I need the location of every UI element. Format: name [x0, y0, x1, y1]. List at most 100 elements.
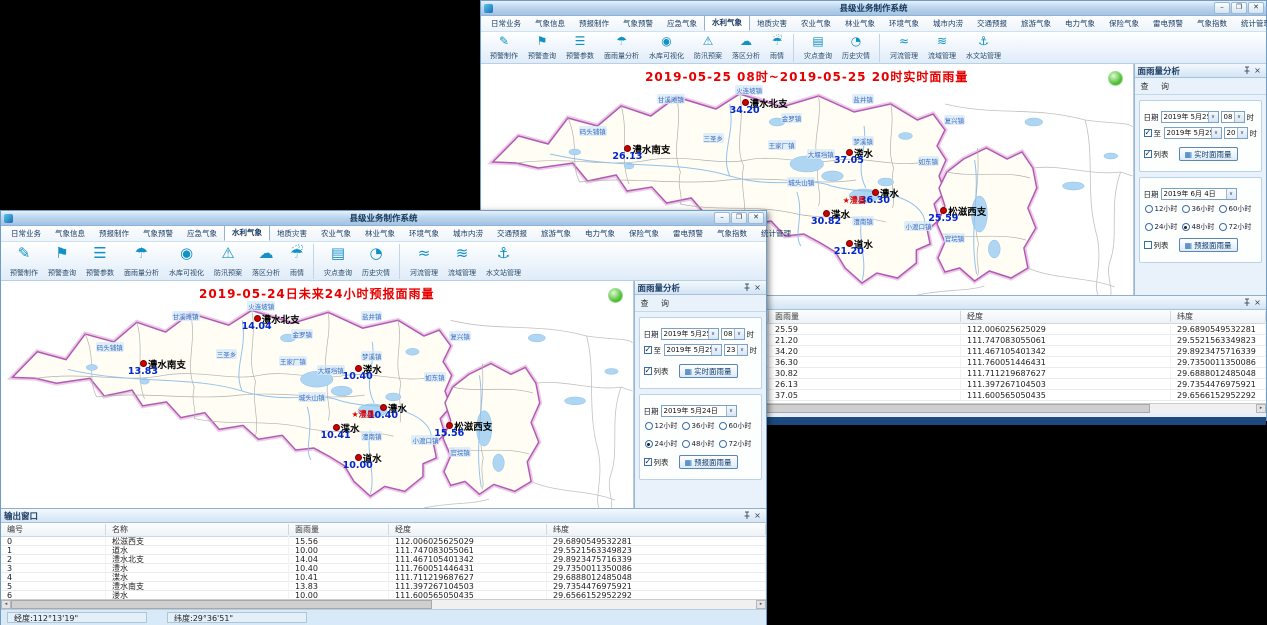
menu-tab[interactable]: 日常业务	[484, 16, 528, 31]
toolbar-button[interactable]: ◉ 水库可视化	[164, 244, 209, 279]
toolbar-button[interactable]: ≈ 河流管理	[399, 244, 443, 279]
duration-radio[interactable]: 60小时	[719, 421, 755, 431]
forecast-rainfall-button[interactable]: ▦ 预报面雨量	[679, 455, 738, 469]
close-icon[interactable]: ×	[1252, 66, 1263, 76]
map-globe-button[interactable]	[608, 288, 623, 303]
menu-tab[interactable]: 农业气象	[314, 226, 358, 241]
from-hour-combo[interactable]: 08 ∨	[1221, 111, 1245, 123]
toolbar-button[interactable]: ☁ 落区分析	[247, 244, 285, 279]
scroll-right-icon[interactable]: ▸	[756, 600, 766, 609]
duration-radio[interactable]: 72小时	[719, 439, 755, 449]
menu-tab[interactable]: 农业气象	[794, 16, 838, 31]
toolbar-button[interactable]: ◔ 历史灾情	[837, 34, 875, 62]
scrollbar-thumb[interactable]	[11, 600, 432, 609]
toolbar-button[interactable]: ☂ 面雨量分析	[119, 244, 164, 279]
menu-tab[interactable]: 统计管理	[754, 226, 798, 241]
close-button[interactable]: ✕	[1248, 2, 1264, 14]
menu-tab[interactable]: 城市内涝	[926, 16, 970, 31]
duration-radio[interactable]: 48小时	[682, 439, 719, 449]
toolbar-button[interactable]: ☔ 雨情	[765, 34, 789, 62]
menu-tab[interactable]: 预报制作	[572, 16, 616, 31]
close-button[interactable]: ✕	[748, 212, 764, 224]
from-date-combo[interactable]: 2019年 5月25日 ∨	[661, 328, 719, 340]
toolbar-button[interactable]: ✎ 预警制作	[485, 34, 523, 62]
pin-icon[interactable]	[741, 511, 752, 521]
toolbar-button[interactable]: ☰ 预警参数	[561, 34, 599, 62]
menu-tab[interactable]: 日常业务	[4, 226, 48, 241]
duration-radio[interactable]: 12小时	[645, 421, 682, 431]
toolbar-button[interactable]: ⚑ 预警查询	[523, 34, 561, 62]
table-row[interactable]: 6 溇水 10.00 111.600565050435 29.656615295…	[1, 591, 766, 599]
scroll-left-icon[interactable]: ◂	[1, 600, 11, 609]
menu-tab[interactable]: 电力气象	[1058, 16, 1102, 31]
menu-tab[interactable]: 旅游气象	[1014, 16, 1058, 31]
menu-tab[interactable]: 气象预警	[616, 16, 660, 31]
menu-tab[interactable]: 保险气象	[1102, 16, 1146, 31]
menu-tab[interactable]: 气象信息	[48, 226, 92, 241]
menu-tab[interactable]: 水利气象	[704, 14, 750, 31]
toolbar-button[interactable]: ☂ 面雨量分析	[599, 34, 644, 62]
pin-icon[interactable]	[741, 283, 752, 293]
menu-tab[interactable]: 雷电预警	[1146, 16, 1190, 31]
to-hour-combo[interactable]: 23 ∨	[724, 344, 748, 356]
duration-radio[interactable]: 24小时	[645, 439, 682, 449]
maximize-button[interactable]: ❐	[731, 212, 747, 224]
h-scrollbar[interactable]: ◂ ▸	[1, 599, 766, 609]
toolbar-button[interactable]: ≈ 河流管理	[879, 34, 923, 62]
toolbar-button[interactable]: ⚠ 防汛预案	[689, 34, 727, 62]
list-checkbox[interactable]	[644, 367, 652, 375]
menu-tab[interactable]: 环境气象	[402, 226, 446, 241]
forecast-date-combo[interactable]: 2019年 5月24日 ∨	[661, 405, 737, 417]
to-checkbox[interactable]	[644, 346, 652, 354]
menu-tab[interactable]: 林业气象	[358, 226, 402, 241]
to-date-combo[interactable]: 2019年 5月25日 ∨	[664, 344, 722, 356]
menu-tab[interactable]: 水利气象	[224, 224, 270, 241]
close-icon[interactable]: ×	[752, 283, 763, 293]
menu-tab[interactable]: 预报制作	[92, 226, 136, 241]
pin-icon[interactable]	[1241, 66, 1252, 76]
toolbar-button[interactable]: ⚓ 水文站管理	[961, 34, 1006, 62]
toolbar-button[interactable]: ≋ 流域管理	[443, 244, 481, 279]
menu-tab[interactable]: 林业气象	[838, 16, 882, 31]
duration-radio[interactable]: 12小时	[1145, 204, 1182, 214]
menu-tab[interactable]: 应急气象	[180, 226, 224, 241]
toolbar-button[interactable]: ☁ 落区分析	[727, 34, 765, 62]
from-hour-combo[interactable]: 08 ∨	[721, 328, 745, 340]
menu-tab[interactable]: 环境气象	[882, 16, 926, 31]
menu-tab[interactable]: 气象信息	[528, 16, 572, 31]
list-checkbox[interactable]	[1144, 241, 1152, 249]
to-checkbox[interactable]	[1144, 129, 1152, 137]
toolbar-button[interactable]: ≋ 流域管理	[923, 34, 961, 62]
menu-tab[interactable]: 统计管理	[1234, 16, 1267, 31]
menu-tab[interactable]: 气象指数	[710, 226, 754, 241]
close-icon[interactable]: ×	[752, 511, 763, 521]
duration-radio[interactable]: 72小时	[1219, 222, 1255, 232]
duration-radio[interactable]: 36小时	[1182, 204, 1219, 214]
duration-radio[interactable]: 24小时	[1145, 222, 1182, 232]
menu-tab[interactable]: 交通预报	[970, 16, 1014, 31]
menu-tab[interactable]: 交通预报	[490, 226, 534, 241]
menu-tab[interactable]: 地质灾害	[270, 226, 314, 241]
minimize-button[interactable]: –	[714, 212, 730, 224]
list-checkbox[interactable]	[644, 458, 652, 466]
menu-tab[interactable]: 地质灾害	[750, 16, 794, 31]
close-icon[interactable]: ×	[1252, 298, 1263, 308]
menu-tab[interactable]: 城市内涝	[446, 226, 490, 241]
toolbar-button[interactable]: ☰ 预警参数	[81, 244, 119, 279]
list-checkbox[interactable]	[1144, 150, 1152, 158]
toolbar-button[interactable]: ◉ 水库可视化	[644, 34, 689, 62]
duration-radio[interactable]: 60小时	[1219, 204, 1255, 214]
toolbar-button[interactable]: ▤ 灾点查询	[313, 244, 357, 279]
toolbar-button[interactable]: ◔ 历史灾情	[357, 244, 395, 279]
to-date-combo[interactable]: 2019年 5月25日 ∨	[1164, 127, 1222, 139]
toolbar-button[interactable]: ▤ 灾点查询	[793, 34, 837, 62]
toolbar-button[interactable]: ⚓ 水文站管理	[481, 244, 526, 279]
menu-tab[interactable]: 气象指数	[1190, 16, 1234, 31]
toolbar-button[interactable]: ⚑ 预警查询	[43, 244, 81, 279]
pin-icon[interactable]	[1241, 298, 1252, 308]
toolbar-button[interactable]: ⚠ 防汛预案	[209, 244, 247, 279]
to-hour-combo[interactable]: 20 ∨	[1224, 127, 1248, 139]
forecast-rainfall-button[interactable]: ▦ 预报面雨量	[1179, 238, 1238, 252]
menu-tab[interactable]: 应急气象	[660, 16, 704, 31]
duration-radio[interactable]: 36小时	[682, 421, 719, 431]
